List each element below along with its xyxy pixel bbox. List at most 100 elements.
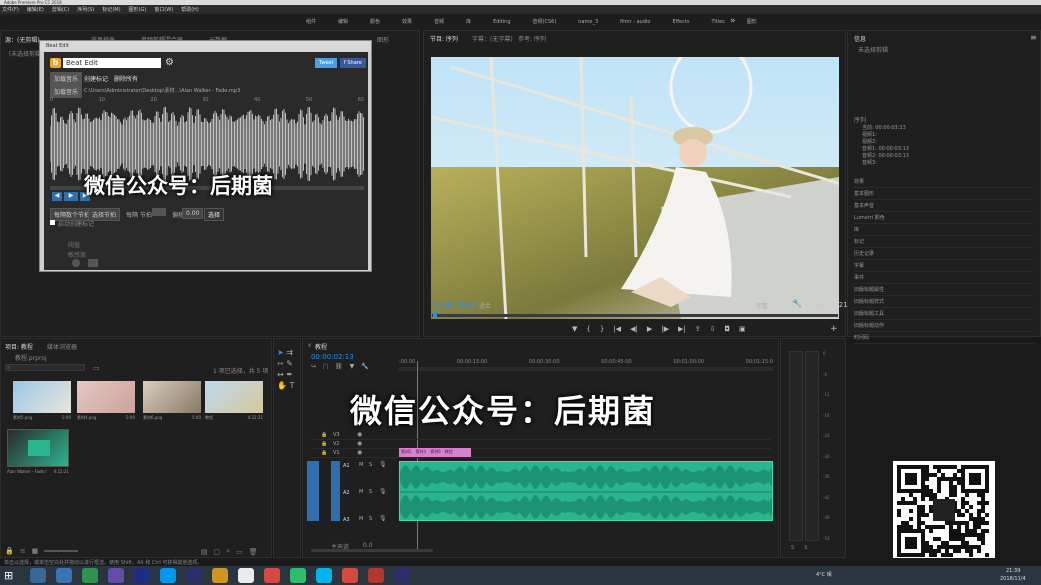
workspace-tab[interactable]: 效果 <box>402 18 412 25</box>
linked-icon[interactable]: ⛓ <box>335 363 343 370</box>
track-lock-icon[interactable]: 🔒 <box>321 432 327 438</box>
taskbar-app-icon[interactable] <box>264 568 280 583</box>
workspace-tab[interactable]: 音频(CS6) <box>533 18 557 25</box>
project-clip[interactable]: Alan Walker - Fade.mp3 4:22:21 <box>7 429 69 477</box>
project-clip[interactable]: 素材6.png 5:00 <box>143 381 201 423</box>
track-eye-icon[interactable]: ◉ <box>357 440 362 447</box>
workspace-tab[interactable]: 编辑 <box>338 18 348 25</box>
play-icon[interactable]: ▶ <box>647 325 652 333</box>
solo-left-button[interactable]: S <box>791 545 794 551</box>
taskbar-app-icon[interactable] <box>30 568 46 583</box>
menu-item[interactable]: 帮助(H) <box>181 6 199 13</box>
info-panel-item[interactable]: 旧版标题工具 <box>854 308 1034 320</box>
ripple-edit-icon[interactable]: ⇿ <box>277 359 284 368</box>
taskbar-app-icon[interactable] <box>342 568 358 583</box>
timeline-timecode[interactable]: 00:00:02:13 <box>311 353 354 361</box>
new-bin-footer-icon[interactable]: ▭ <box>236 548 243 556</box>
start-button[interactable]: ⊞ <box>4 569 18 582</box>
timeline-settings-icon[interactable]: 🔧 <box>361 363 368 370</box>
wrench-icon[interactable]: 🔧 <box>792 299 802 308</box>
razor-icon[interactable]: ✎ <box>286 359 293 368</box>
info-panel-item[interactable]: 基本图形 <box>854 188 1034 200</box>
solo-button[interactable]: S <box>369 516 372 522</box>
mic-icon[interactable]: 🎙 <box>379 488 387 495</box>
add-marker-icon[interactable]: ▼ <box>350 363 355 370</box>
solo-right-button[interactable]: S <box>804 545 807 551</box>
fit-select[interactable]: 适合 <box>479 301 491 310</box>
taskbar-app-icon[interactable] <box>290 568 306 583</box>
delete-icon[interactable]: 🗑 <box>249 548 258 556</box>
add-button[interactable]: + <box>830 324 838 334</box>
info-panel-item[interactable]: 事件 <box>854 272 1034 284</box>
compare-icon[interactable]: ▣ <box>739 325 746 333</box>
track-lock-icon[interactable]: 🔒 <box>321 450 327 456</box>
menu-item[interactable]: 序列(S) <box>77 6 94 13</box>
offset-input[interactable]: 0.00 <box>182 208 204 219</box>
playhead-marker[interactable] <box>433 312 437 318</box>
video-clip-strip[interactable]: 素材5 素材4 素材6 教程 <box>399 448 471 457</box>
workspace-tab[interactable]: 颜色 <box>370 18 380 25</box>
project-search-input[interactable] <box>5 364 85 371</box>
workspace-tab[interactable]: 库 <box>466 18 471 25</box>
menu-item[interactable]: 窗口(W) <box>154 6 173 13</box>
track-eye-icon[interactable]: ◉ <box>357 449 362 456</box>
tab-reference[interactable]: 参考: 序列 <box>518 34 546 43</box>
mute-button[interactable]: M <box>359 516 363 522</box>
stop-button[interactable] <box>88 259 98 267</box>
icon-view-icon[interactable]: ■ <box>32 547 39 555</box>
track-eye-icon[interactable]: ◉ <box>357 431 362 438</box>
menu-item[interactable]: 文件(F) <box>2 6 19 13</box>
out-point-icon[interactable]: } <box>600 325 604 333</box>
step-back-icon[interactable]: ◀| <box>630 325 638 333</box>
info-panel-item[interactable]: 字幕 <box>854 260 1034 272</box>
audio-clip[interactable] <box>399 461 773 521</box>
find-icon[interactable]: ⌕ <box>226 547 230 556</box>
menu-item[interactable]: 剪辑(C) <box>52 6 69 13</box>
workspace-tab[interactable]: Editing <box>493 19 510 25</box>
taskbar-app-icon[interactable] <box>394 568 410 583</box>
info-panel-item[interactable]: 时间码 <box>854 332 1034 344</box>
quality-select[interactable]: 完整 <box>756 301 768 310</box>
create-markers-checkbox[interactable] <box>50 220 55 225</box>
taskbar-app-icon[interactable] <box>160 568 176 583</box>
info-menu-icon[interactable]: ≡ <box>1030 33 1037 42</box>
project-clip[interactable]: 素材5.png 5:00 <box>13 381 71 423</box>
go-out-icon[interactable]: ▶| <box>678 325 686 333</box>
workspace-tab[interactable]: 组件 <box>306 18 316 25</box>
zoom-slider[interactable] <box>44 550 79 552</box>
lock-icon[interactable]: 🔒 <box>5 547 14 555</box>
mute-button[interactable]: M <box>359 489 363 495</box>
project-clip[interactable]: 素材4.png 5:00 <box>77 381 135 423</box>
tab-media-browser[interactable]: 媒体浏览器 <box>47 342 77 351</box>
hand-icon[interactable]: ✋ <box>277 381 287 390</box>
tab-sequence[interactable]: 教程 <box>315 342 327 351</box>
taskbar-app-icon[interactable] <box>134 568 150 583</box>
timeline-close-icon[interactable]: × <box>307 342 312 349</box>
select-button[interactable]: 选择 <box>204 208 225 221</box>
lift-icon[interactable]: ⇪ <box>695 325 701 333</box>
gear-icon[interactable]: ⚙ <box>165 58 175 68</box>
info-panel-item[interactable]: 基本声音 <box>854 200 1034 212</box>
every-input[interactable] <box>152 208 166 216</box>
tab-graphics[interactable]: 图形 <box>377 35 389 44</box>
workspace-tab[interactable]: filmr - audio <box>620 19 650 25</box>
info-panel-item[interactable]: 库 <box>854 224 1034 236</box>
tweet-button[interactable]: Tweet <box>315 58 338 68</box>
taskbar-app-icon[interactable] <box>108 568 124 583</box>
play-button[interactable]: ▶ <box>64 192 78 201</box>
timeline-scrollbar[interactable] <box>311 549 433 552</box>
extract-icon[interactable]: ⇩ <box>710 325 716 333</box>
workspace-tab[interactable]: 图形 <box>747 18 757 25</box>
type-tool-icon[interactable]: T <box>290 381 295 390</box>
taskbar-app-icon[interactable] <box>186 568 202 583</box>
folder-icon[interactable]: ▢ <box>214 548 221 556</box>
tab-project[interactable]: 项目: 教程 <box>5 342 33 351</box>
load-music-top-button[interactable]: 加载音乐 <box>50 72 83 85</box>
info-panel-item[interactable]: 标记 <box>854 236 1034 248</box>
slip-icon[interactable]: ↔ <box>277 370 284 379</box>
taskbar-app-icon[interactable] <box>238 568 254 583</box>
taskbar-app-icon[interactable] <box>82 568 98 583</box>
go-in-icon[interactable]: |◀ <box>613 325 621 333</box>
share-button[interactable]: f Share <box>340 58 366 68</box>
audio-track-source[interactable] <box>331 488 340 498</box>
